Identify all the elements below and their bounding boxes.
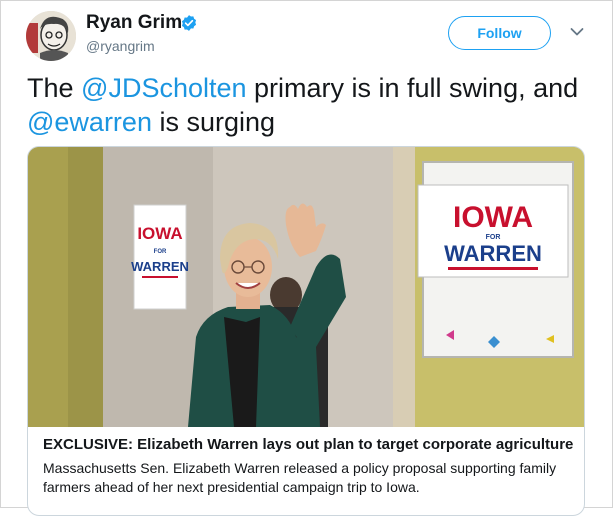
tweet-text-part: The [27,73,82,103]
author-avatar[interactable] [26,11,76,61]
follow-button[interactable]: Follow [448,16,551,50]
card-description: Massachusetts Sen. Elizabeth Warren rele… [43,460,557,495]
card-photo: IOWA FOR WARREN IOWA FOR WARREN [28,147,584,427]
card-title[interactable]: EXCLUSIVE: Elizabeth Warren lays out pla… [43,436,573,454]
chevron-down-icon[interactable] [570,27,584,37]
mention-link-ewarren[interactable]: @ewarren [27,107,152,137]
link-card[interactable]: IOWA FOR WARREN IOWA FOR WARREN EXCLUSIV… [27,146,585,516]
author-handle[interactable]: @ryangrim [86,37,155,55]
sign-right-line3: WARREN [444,241,542,266]
tweet-text: The @JDScholten primary is in full swing… [27,71,597,139]
sign-left-line2: FOR [154,249,167,255]
sign-left-line3: WARREN [131,259,189,274]
sign-left-line1: IOWA [137,224,182,243]
tweet-text-part: primary is in full swing, and [246,73,579,103]
tweet-text-part: is surging [151,107,276,137]
sign-right-line2: FOR [486,234,501,241]
sign-right-line1: IOWA [453,201,533,234]
avatar-illustration [26,11,76,61]
verified-badge-icon [181,15,197,31]
author-name[interactable]: Ryan Grim [86,12,182,34]
mention-link-jdscholten[interactable]: @JDScholten [81,73,246,103]
